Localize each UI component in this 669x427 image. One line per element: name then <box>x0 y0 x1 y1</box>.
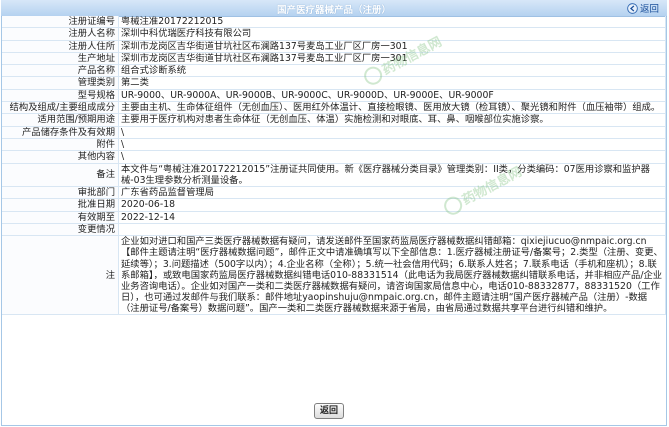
row-change-status: 变更情况 <box>2 223 666 237</box>
title-bar: 国产医疗器械产品（注册） 返回 <box>1 0 667 17</box>
field-value: 本文件与“粤械注准20172212015”注册证共同使用。新《医疗器械分类目录》… <box>118 163 666 188</box>
row-product-name: 产品名称 组合式诊断系统 <box>2 64 666 78</box>
row-production-address: 生产地址 深圳市龙岗区吉华街道甘坑社区布澜路137号麦岛工业厂区厂房一301 <box>2 52 666 66</box>
field-label: 其他内容 <box>2 150 119 164</box>
button-bar: 返回 <box>2 400 666 422</box>
field-value: \ <box>118 138 666 152</box>
field-label: 生产地址 <box>2 52 119 66</box>
field-label: 变更情况 <box>2 223 119 237</box>
page-title: 国产医疗器械产品（注册） <box>276 5 391 16</box>
row-registrant-address: 注册人住所 深圳市龙岗区吉华街道甘坑社区布澜路137号麦岛工业厂区厂房一301 <box>2 40 666 53</box>
row-registrant-name: 注册人名称 深圳中科优瑞医疗科技有限公司 <box>2 27 666 41</box>
field-value: 组合式诊断系统 <box>118 64 666 78</box>
field-label: 批准日期 <box>2 198 119 212</box>
field-label: 注册人住所 <box>2 40 119 53</box>
field-label: 型号规格 <box>2 89 119 103</box>
field-value: 主要用于医疗机构对患者生命体征（无创血压、体温）实施检测和对眼底、耳、鼻、咽喉部… <box>118 113 666 127</box>
field-label: 注 <box>2 235 119 315</box>
field-label: 管理类别 <box>2 76 119 90</box>
field-label: 产品储存条件及有效期 <box>2 126 119 139</box>
row-valid-until: 有效期至 2022-12-14 <box>2 211 666 225</box>
row-approval-date: 批准日期 2020-06-18 <box>2 198 666 212</box>
row-remarks: 备注 本文件与“粤械注准20172212015”注册证共同使用。新《医疗器械分类目… <box>2 163 666 188</box>
field-value: 粤械注准20172212015 <box>118 16 666 29</box>
field-value: \ <box>118 126 666 139</box>
row-model-spec: 型号规格 UR-9000、UR-9000A、UR-9000B、UR-9000C、U… <box>2 89 666 103</box>
row-management-class: 管理类别 第二类 <box>2 76 666 90</box>
field-value: 主要由主机、生命体征组件（无创血压）、医用红外体温计、直接检眼镜、医用放大镜（检… <box>118 101 666 115</box>
field-label: 备注 <box>2 163 119 188</box>
field-value: 2020-06-18 <box>118 198 666 212</box>
field-value: 第二类 <box>118 76 666 90</box>
row-note: 注企业如对进口和国产三类医疗器械数据有疑问，请发送邮件至国家药监局医疗器械数据纠… <box>2 235 666 315</box>
row-structure-composition: 结构及组成/主要组成成分 主要由主机、生命体征组件（无创血压）、医用红外体温计、直… <box>2 101 666 115</box>
field-value <box>118 223 666 237</box>
field-label: 审批部门 <box>2 186 119 200</box>
row-registration-no: 注册证编号 粤械注准20172212015 <box>2 16 666 29</box>
field-value: 企业如对进口和国产三类医疗器械数据有疑问，请发送邮件至国家药监局医疗器械数据纠错… <box>118 235 666 315</box>
field-label: 结构及组成/主要组成成分 <box>2 101 119 115</box>
field-label: 适用范围/预期用途 <box>2 113 119 127</box>
field-label: 注册证编号 <box>2 16 119 29</box>
field-value: 深圳市龙岗区吉华街道甘坑社区布澜路137号麦岛工业厂区厂房一301 <box>118 40 666 53</box>
field-value: 广东省药品监督管理局 <box>118 186 666 200</box>
field-value: \ <box>118 150 666 164</box>
return-button[interactable]: 返回 <box>314 403 344 419</box>
field-label: 注册人名称 <box>2 27 119 41</box>
row-approval-dept: 审批部门 广东省药品监督管理局 <box>2 186 666 200</box>
row-intended-use: 适用范围/预期用途 主要用于医疗机构对患者生命体征（无创血压、体温）实施检测和对眼… <box>2 113 666 127</box>
field-label: 有效期至 <box>2 211 119 225</box>
row-storage-validity: 产品储存条件及有效期 \ <box>2 126 666 139</box>
back-arrow-icon <box>627 3 638 14</box>
field-value: UR-9000、UR-9000A、UR-9000B、UR-9000C、UR-90… <box>118 89 666 103</box>
field-label: 附件 <box>2 138 119 152</box>
field-value: 2022-12-14 <box>118 211 666 225</box>
field-label: 产品名称 <box>2 64 119 78</box>
back-link[interactable]: 返回 <box>627 1 659 15</box>
detail-table: 注册证编号 粤械注准20172212015 注册人名称 深圳中科优瑞医疗科技有限公司… <box>2 16 666 315</box>
back-link-label: 返回 <box>639 4 659 15</box>
field-value: 深圳中科优瑞医疗科技有限公司 <box>118 27 666 41</box>
field-value: 深圳市龙岗区吉华街道甘坑社区布澜路137号麦岛工业厂区厂房一301 <box>118 52 666 66</box>
row-other-content: 其他内容 \ <box>2 150 666 164</box>
row-attachments: 附件 \ <box>2 138 666 152</box>
